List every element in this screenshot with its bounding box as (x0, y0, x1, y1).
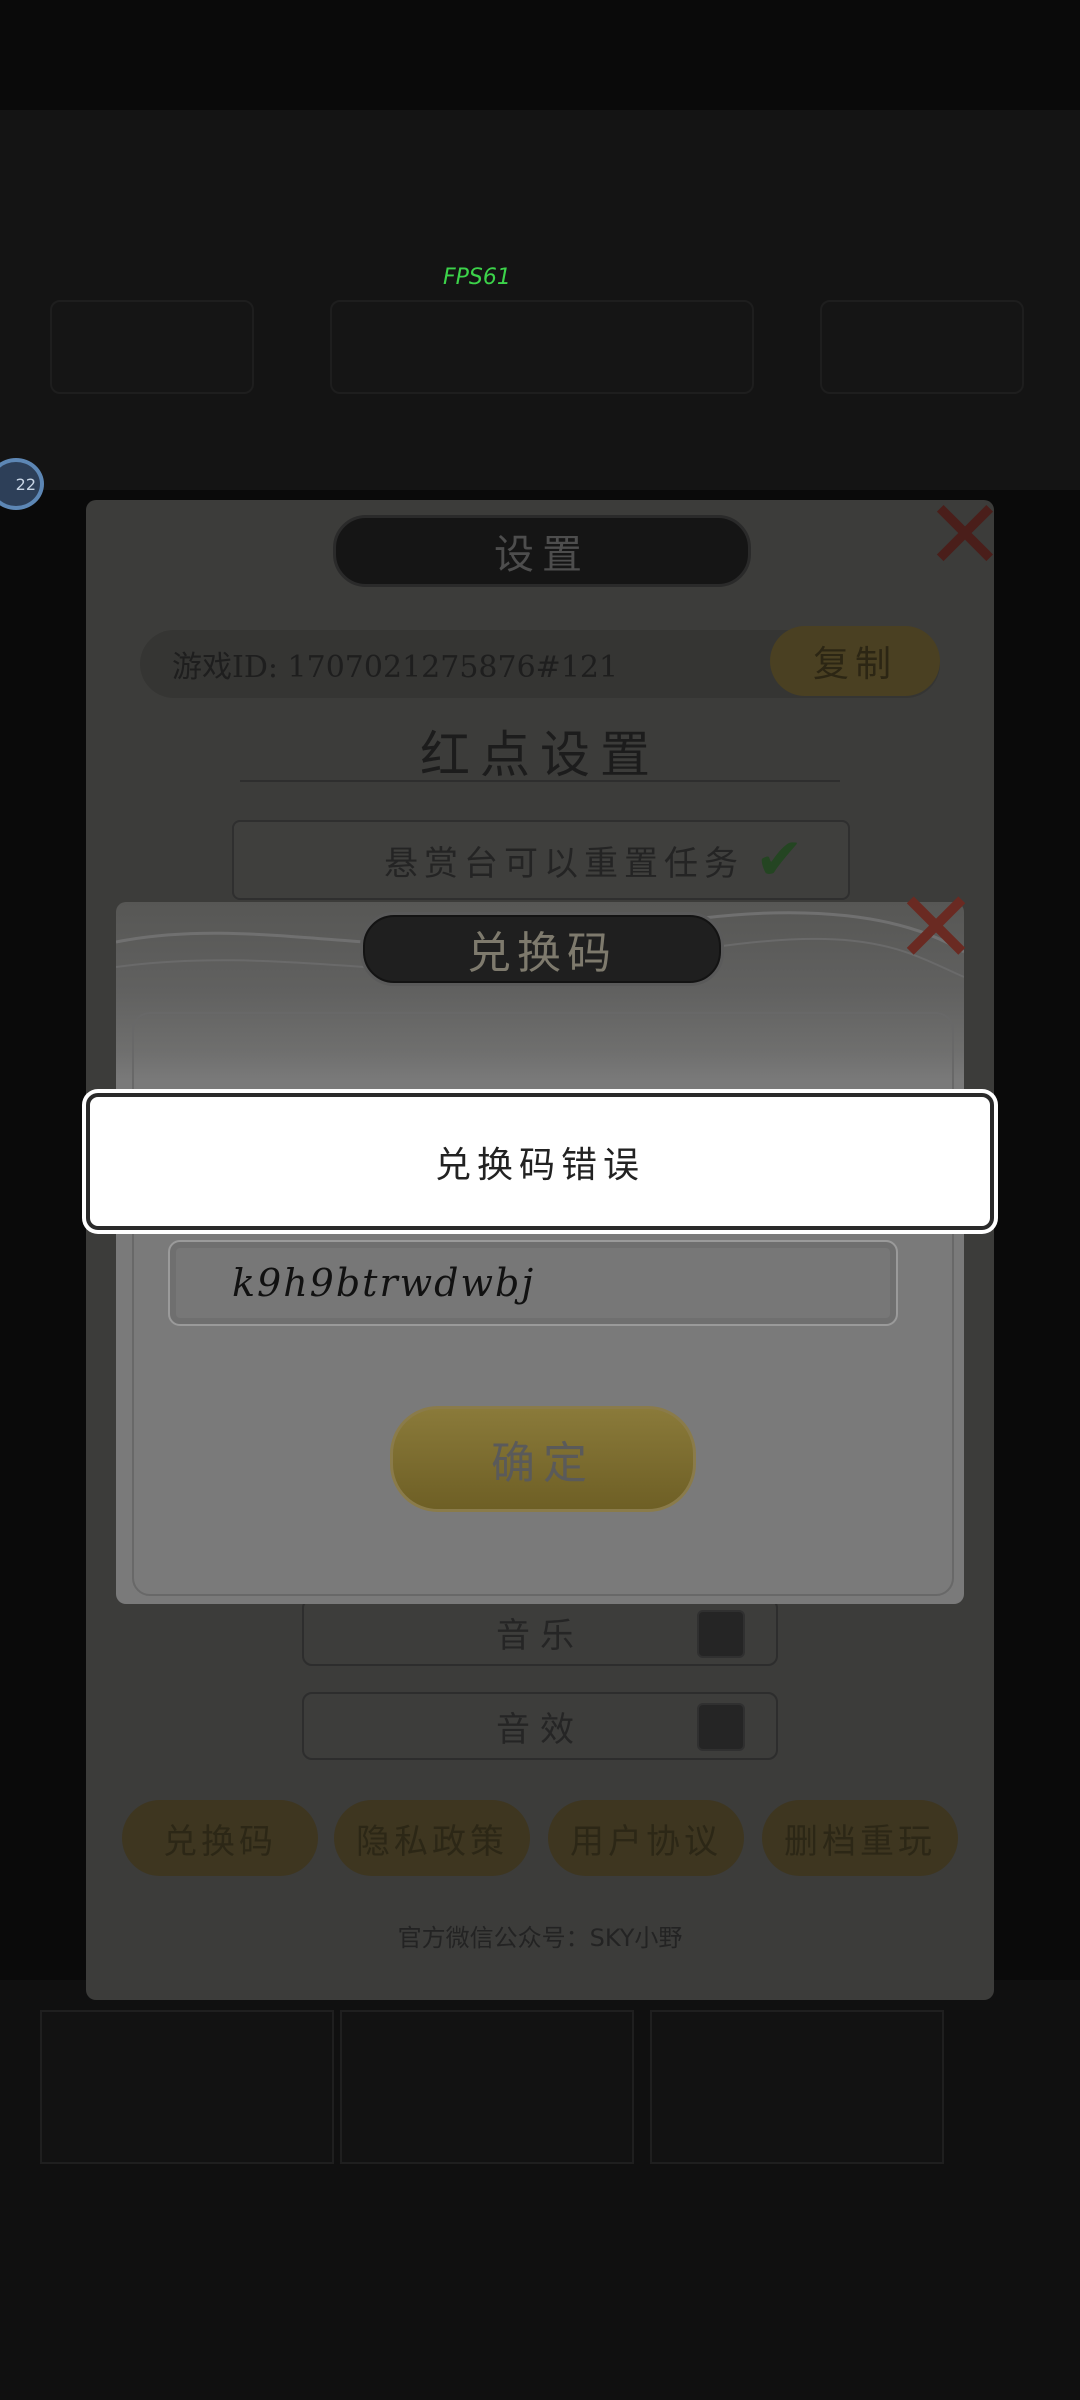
redeem-dialog-title: 兑换码 (360, 912, 724, 986)
music-label: 音乐 (496, 1615, 584, 1656)
bg-menu-tab (650, 2010, 944, 2164)
redeem-code-button[interactable]: 兑换码 (122, 1800, 318, 1876)
privacy-policy-button[interactable]: 隐私政策 (334, 1800, 530, 1876)
copy-id-button[interactable]: 复制 (770, 626, 940, 696)
delete-restart-button[interactable]: 删档重玩 (762, 1800, 958, 1876)
bg-slot (820, 300, 1024, 394)
close-icon[interactable]: ✕ (886, 878, 986, 978)
wechat-account-text: 官方微信公众号：SKY小野 (397, 1924, 683, 1952)
settings-title: 设置 (333, 515, 751, 587)
user-agreement-button[interactable]: 用户协议 (548, 1800, 744, 1876)
redpoint-settings-title: 红点设置 (420, 726, 660, 784)
bg-slot (50, 300, 254, 394)
bg-menu-tab (40, 2010, 334, 2164)
confirm-button[interactable]: 确定 (390, 1406, 696, 1512)
error-toast: 兑换码错误 (86, 1093, 994, 1230)
settings-close-icon[interactable]: ✕ (920, 487, 1010, 583)
fps-counter: FPS61 (443, 265, 511, 290)
divider (240, 780, 840, 782)
music-checkbox[interactable] (697, 1610, 745, 1658)
sound-checkbox[interactable] (697, 1703, 745, 1751)
redeem-code-input[interactable]: k9h9btrwdwbj (168, 1240, 898, 1326)
check-icon[interactable]: ✔ (755, 825, 804, 893)
toast-message: 兑换码错误 (434, 1144, 645, 1186)
sound-label: 音效 (496, 1709, 584, 1750)
bg-menu-tab (340, 2010, 634, 2164)
bg-slot (330, 300, 754, 394)
